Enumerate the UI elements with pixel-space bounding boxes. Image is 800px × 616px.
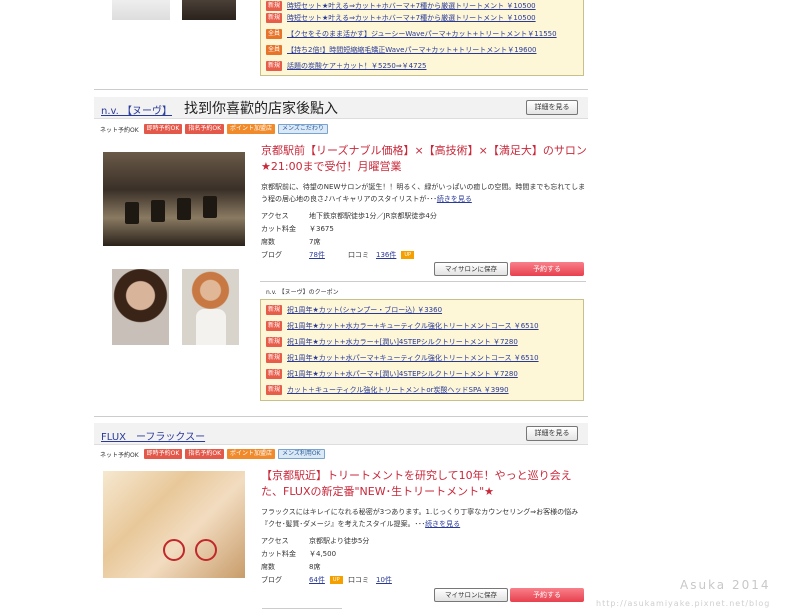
coupon-item[interactable]: 新規 祝1周年★カット+水パーマ+[潤い]4STEPシルクトリートメント ￥728… bbox=[266, 368, 518, 380]
overlay-caption: 找到你喜歡的店家後點入 bbox=[184, 101, 338, 117]
chair-shape bbox=[177, 198, 191, 220]
blog-link[interactable]: 64件 bbox=[309, 575, 325, 585]
blog-row: ブログ 64件 UP bbox=[261, 574, 343, 586]
salon-photo[interactable] bbox=[103, 152, 245, 246]
coupon-list: 新規 祝1周年★カット(シャンプー・ブロー込) ￥3360 新規 祝1周年★カット+… bbox=[260, 299, 584, 401]
salon-header: n.v. 【ヌーヴ】 找到你喜歡的店家後點入 詳細を見る bbox=[94, 97, 588, 119]
tag-instant-reserve: 即時予約OK bbox=[143, 124, 183, 134]
stylist-photo bbox=[112, 0, 170, 20]
divider bbox=[94, 89, 588, 90]
new-badge: 新規 bbox=[266, 369, 282, 379]
tag-point-store: ポイント加盟店 bbox=[227, 449, 276, 459]
stylist-photo[interactable] bbox=[112, 269, 169, 345]
salon-description: フラックスにはキレイになれる秘密が3つあります。1.じっくり丁寧なカウンセリング… bbox=[261, 508, 579, 528]
tag-nominate-reserve: 指名予約OK bbox=[185, 449, 225, 459]
bicycle-wheel-shape bbox=[195, 539, 217, 561]
bicycle-wheel-shape bbox=[163, 539, 185, 561]
chair-shape bbox=[151, 200, 165, 222]
coupon-item[interactable]: 新規 時短セット★叶える⇒カット+ホバーマ+7種から厳選トリートメント ￥1050… bbox=[266, 0, 536, 12]
shirt-shape bbox=[196, 309, 226, 345]
seats-row: 席数 8席 bbox=[261, 563, 321, 571]
divider bbox=[260, 281, 586, 282]
detail-button[interactable]: 詳細を見る bbox=[526, 100, 578, 115]
salon-name-link[interactable]: FLUX ーフラックスー bbox=[101, 428, 205, 443]
watermark-author: Asuka 2014 bbox=[680, 578, 771, 592]
net-reserve-label: ネット予約OK bbox=[100, 126, 139, 134]
coupon-item[interactable]: 新規 祝1周年★カット+水カラー+キューティクル強化トリートメントコース ￥651… bbox=[266, 320, 539, 332]
salon-photo[interactable] bbox=[103, 471, 245, 578]
detail-button[interactable]: 詳細を見る bbox=[526, 426, 578, 441]
save-mysalon-button[interactable]: マイサロンに保存 bbox=[434, 262, 508, 276]
coupon-item[interactable]: 新規 祝1周年★カット+水パーマ+キューティクル強化トリートメントコース ￥651… bbox=[266, 352, 539, 364]
stylist-photo bbox=[182, 0, 236, 20]
save-mysalon-button[interactable]: マイサロンに保存 bbox=[434, 588, 508, 602]
coupon-list-previous: 新規 時短セット★叶える⇒カット+ホバーマ+7種から厳選トリートメント ￥1050… bbox=[260, 0, 584, 76]
feature-tags: ネット予約OK 即時予約OK 指名予約OK ポイント加盟店 メンズこだわり bbox=[100, 123, 328, 135]
salon-header: FLUX ーフラックスー 詳細を見る bbox=[94, 423, 588, 445]
watermark-url: http://asukamiyake.pixnet.net/blog bbox=[596, 599, 771, 608]
tag-mens: メンズ利用OK bbox=[278, 449, 325, 459]
read-more-link[interactable]: 続きを見る bbox=[437, 195, 472, 203]
access-row: アクセス 京都駅より徒歩5分 bbox=[261, 537, 370, 545]
tag-point-store: ポイント加盟店 bbox=[227, 124, 276, 134]
tag-instant-reserve: 即時予約OK bbox=[143, 449, 183, 459]
salon-name-link[interactable]: n.v. 【ヌーヴ】 bbox=[101, 102, 172, 117]
new-badge: 新規 bbox=[266, 61, 282, 71]
salon-description: 京都駅前に、待望のNEWサロンが誕生！！明るく、緑がいっぱいの癒しの空間。時間ま… bbox=[261, 183, 586, 203]
new-badge: 新規 bbox=[266, 321, 282, 331]
feature-tags: ネット予約OK 即時予約OK 指名予約OK ポイント加盟店 メンズ利用OK bbox=[100, 448, 325, 460]
new-badge: 新規 bbox=[266, 1, 282, 11]
access-row: アクセス 地下鉄京都駅徒歩1分／JR京都駅徒歩4分 bbox=[261, 212, 437, 220]
divider bbox=[94, 416, 588, 417]
up-badge: UP bbox=[401, 251, 415, 259]
up-badge: UP bbox=[329, 576, 343, 584]
divider bbox=[262, 608, 342, 616]
coupon-item[interactable]: 新規 時短セット★叶える⇒カット+ホバーマ+7種から厳選トリートメント ￥1050… bbox=[266, 12, 536, 24]
review-row: 口コミ 10件 bbox=[348, 575, 392, 585]
cut-price-row: カット料金 ￥4,500 bbox=[261, 550, 337, 558]
coupon-item[interactable]: 新規 祝1周年★カット+水カラー+[潤い]4STEPシルクトリートメント ￥728… bbox=[266, 336, 518, 348]
tag-nominate-reserve: 指名予約OK bbox=[185, 124, 225, 134]
reserve-button[interactable]: 予約する bbox=[510, 262, 584, 276]
chair-shape bbox=[203, 196, 217, 218]
salon-catchcopy-link[interactable]: 京都駅前【リーズナブル価格】×【高技術】×【満足大】のサロン★21:00まで受付… bbox=[261, 143, 591, 175]
search-results-page: 新規 時短セット★叶える⇒カット+ホバーマ+7種から厳選トリートメント ￥1050… bbox=[0, 0, 800, 616]
coupon-item[interactable]: 新規 カット＋キューティクル強化トリートメントor炭酸ヘッドSPA ￥3990 bbox=[266, 384, 509, 396]
blog-link[interactable]: 78件 bbox=[309, 250, 325, 260]
new-badge: 新規 bbox=[266, 337, 282, 347]
read-more-link[interactable]: 続きを見る bbox=[425, 520, 460, 528]
new-badge: 新規 bbox=[266, 13, 282, 23]
stylist-photo[interactable] bbox=[182, 269, 239, 345]
cut-price-row: カット料金 ￥3675 bbox=[261, 225, 334, 233]
new-badge: 新規 bbox=[266, 353, 282, 363]
coupon-item[interactable]: 全員 【持ち2倍!】時間短縮縮毛矯正Waveパーマ+カット+トリートメント￥196… bbox=[266, 44, 536, 56]
new-badge: 新規 bbox=[266, 305, 282, 315]
chair-shape bbox=[125, 202, 139, 224]
review-row: 口コミ 136件 UP bbox=[348, 249, 415, 261]
coupon-item[interactable]: 新規 話題の炭酸ケア＋カット！￥5250⇒￥4725 bbox=[266, 60, 427, 72]
review-link[interactable]: 136件 bbox=[376, 250, 396, 260]
seats-row: 席数 7席 bbox=[261, 238, 321, 246]
all-badge: 全員 bbox=[266, 29, 282, 39]
blog-row: ブログ 78件 bbox=[261, 250, 325, 260]
coupon-section-label: n.v. 【ヌーヴ】のクーポン bbox=[266, 289, 339, 296]
coupon-item[interactable]: 全員 【クセをそのまま活かす】ジューシーWaveパーマ+カット+トリートメント￥1… bbox=[266, 28, 557, 40]
tag-mens: メンズこだわり bbox=[278, 124, 328, 134]
all-badge: 全員 bbox=[266, 45, 282, 55]
review-link[interactable]: 10件 bbox=[376, 575, 392, 585]
reserve-button[interactable]: 予約する bbox=[510, 588, 584, 602]
new-badge: 新規 bbox=[266, 385, 282, 395]
net-reserve-label: ネット予約OK bbox=[100, 451, 139, 459]
salon-catchcopy-link[interactable]: 【京都駅近】トリートメントを研究して10年！やっと巡り会えた、FLUXの新定番"… bbox=[261, 468, 591, 500]
coupon-item[interactable]: 新規 祝1周年★カット(シャンプー・ブロー込) ￥3360 bbox=[266, 304, 442, 316]
